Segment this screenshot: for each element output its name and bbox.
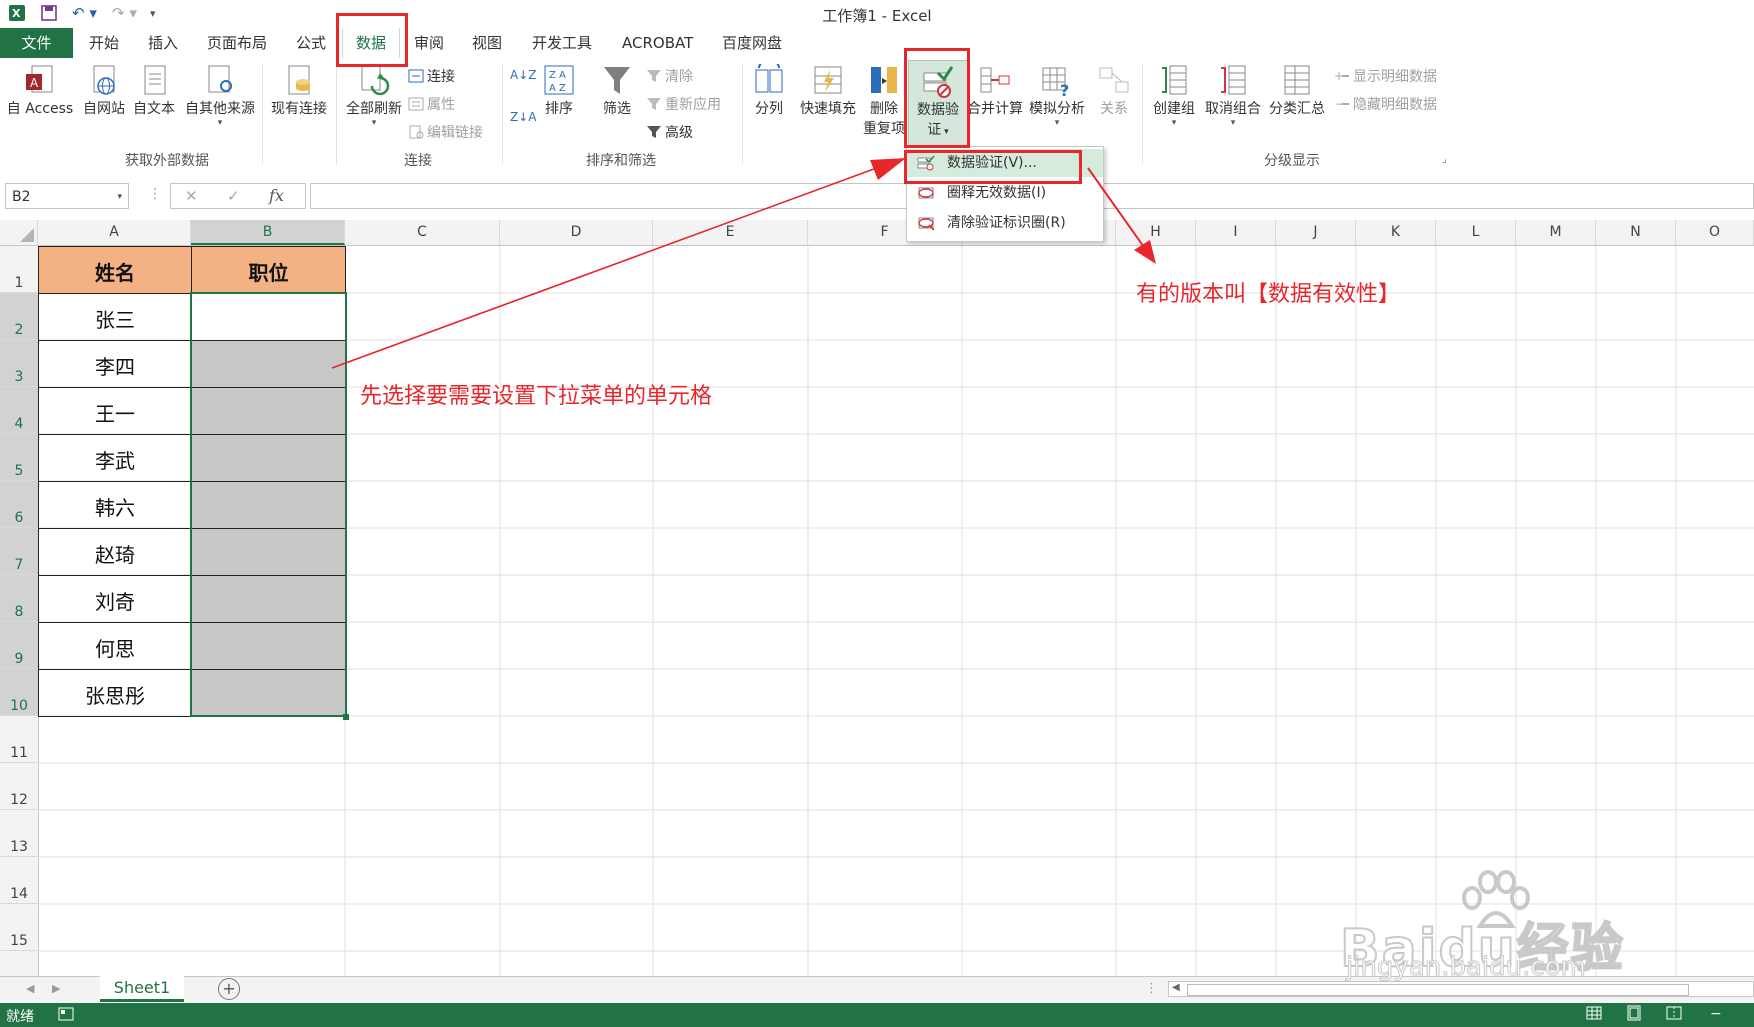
watermark: Baidu经验 jingyan.baidu.com: [1339, 870, 1660, 983]
annotation-version-note: 有的版本叫【数据有效性】: [1136, 282, 1401, 307]
arrow-line-to-menu: [331, 165, 883, 369]
arrow-head-icon: [1134, 240, 1156, 264]
arrow-head-icon: [870, 158, 906, 180]
arrow-line-to-note: [1087, 167, 1147, 251]
annotation-select-cells: 先选择要需要设置下拉菜单的单元格: [360, 384, 713, 409]
watermark-url: jingyan.baidu.com: [1346, 952, 1587, 983]
